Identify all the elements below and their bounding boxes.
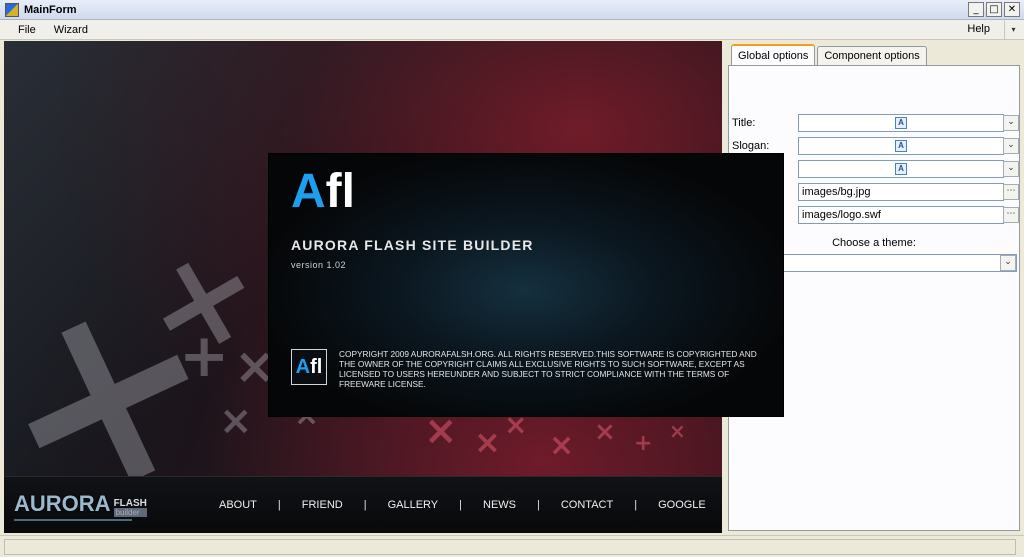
brand-name: AURORA — [14, 491, 111, 516]
nav-google[interactable]: GOOGLE — [658, 499, 706, 511]
close-icon: ✕ — [1007, 4, 1017, 15]
nav-separator: | — [537, 499, 540, 511]
background-browse-button[interactable]: ⋯ — [1003, 184, 1019, 200]
text-style-icon[interactable]: A — [895, 163, 907, 175]
options-tabs: Global options Component options — [731, 44, 929, 66]
nav-separator: | — [363, 499, 367, 511]
menu-bar: File Wizard Help ▾ — [0, 20, 1024, 40]
nav-friend[interactable]: FRIEND — [302, 499, 343, 511]
menu-overflow-icon[interactable]: ▾ — [1004, 21, 1022, 39]
slogan-label: Slogan: — [732, 140, 770, 152]
menu-file[interactable]: File — [0, 24, 45, 36]
site-footer: AURORA FLASH builder ABOUT | FRIEND | GA… — [4, 476, 722, 533]
slogan-field[interactable]: A — [798, 137, 1004, 155]
title-bar: MainForm _ □ ✕ — [0, 0, 1024, 20]
site-nav: ABOUT | FRIEND | GALLERY | NEWS | CONTAC… — [219, 499, 706, 511]
mini-logo-fl: fl — [310, 356, 323, 378]
copyright-field[interactable]: A — [798, 160, 1004, 178]
background-path-field[interactable]: images/bg.jpg — [798, 183, 1004, 201]
nav-separator: | — [634, 499, 638, 511]
maximize-button[interactable]: □ — [986, 2, 1002, 17]
ellipsis-icon: ⋯ — [1006, 186, 1016, 196]
tab-component-options[interactable]: Component options — [817, 46, 927, 66]
chevron-down-icon: ⌄ — [1004, 257, 1012, 267]
status-panel — [4, 539, 1016, 555]
ellipsis-icon: ⋯ — [1006, 209, 1016, 219]
window-controls: _ □ ✕ — [968, 2, 1020, 17]
product-version: version 1.02 — [291, 260, 347, 270]
title-label: Title: — [732, 117, 756, 129]
chevron-down-icon: ⌄ — [1007, 117, 1015, 127]
title-row: Title: A ⌄ — [732, 114, 1019, 132]
copyright-dropdown-button[interactable]: ⌄ — [1003, 161, 1019, 177]
decorative-cross: × — [474, 423, 501, 461]
logo-a: A — [291, 165, 326, 218]
minimize-icon: _ — [973, 4, 979, 15]
brand-sub: FLASH builder — [113, 498, 147, 517]
theme-dropdown-button[interactable]: ⌄ — [1000, 255, 1016, 271]
copyright-notice: COPYRIGHT 2009 AURORAFALSH.ORG. ALL RIGH… — [339, 349, 757, 389]
status-bar — [0, 535, 1024, 557]
title-field[interactable]: A — [798, 114, 1004, 132]
mini-logo-a: A — [295, 356, 311, 378]
decorative-cross: + — [179, 321, 230, 391]
logo-fl: fl — [325, 165, 355, 218]
decorative-cross: × — [549, 428, 575, 463]
tab-global-options[interactable]: Global options — [731, 44, 816, 66]
nav-gallery[interactable]: GALLERY — [388, 499, 439, 511]
afl-mini-logo: Afl — [291, 349, 327, 385]
chevron-down-icon: ⌄ — [1007, 163, 1015, 173]
nav-about[interactable]: ABOUT — [219, 499, 257, 511]
nav-news[interactable]: NEWS — [483, 499, 516, 511]
brand-underline — [14, 519, 132, 521]
splash-dialog: Afl AURORA FLASH SITE BUILDER version 1.… — [268, 153, 784, 417]
menu-help[interactable]: Help — [967, 23, 990, 35]
logo-path-field[interactable]: images/logo.swf — [798, 206, 1004, 224]
decorative-cross: × — [594, 417, 616, 447]
slogan-dropdown-button[interactable]: ⌄ — [1003, 138, 1019, 154]
brand-builder: builder — [113, 508, 147, 517]
window-title: MainForm — [24, 3, 77, 16]
app-icon — [5, 2, 19, 17]
minimize-button[interactable]: _ — [968, 2, 984, 17]
title-dropdown-button[interactable]: ⌄ — [1003, 115, 1019, 131]
aurora-logo: AURORA FLASH builder — [14, 491, 147, 517]
menu-wizard[interactable]: Wizard — [45, 24, 97, 36]
decorative-cross: × — [669, 419, 686, 443]
nav-contact[interactable]: CONTACT — [561, 499, 613, 511]
nav-separator: | — [277, 499, 281, 511]
maximize-icon: □ — [989, 4, 999, 15]
logo-browse-button[interactable]: ⋯ — [1003, 207, 1019, 223]
decorative-cross: + — [634, 431, 653, 456]
decorative-cross: × — [424, 408, 458, 454]
brand-flash: FLASH — [113, 498, 147, 509]
chevron-down-icon: ⌄ — [1007, 140, 1015, 150]
product-title: AURORA FLASH SITE BUILDER — [291, 237, 534, 253]
text-style-icon[interactable]: A — [895, 140, 907, 152]
afl-logo: Afl — [291, 166, 355, 218]
close-button[interactable]: ✕ — [1004, 2, 1020, 17]
decorative-cross: × — [219, 398, 253, 444]
text-style-icon[interactable]: A — [895, 117, 907, 129]
nav-separator: | — [459, 499, 462, 511]
